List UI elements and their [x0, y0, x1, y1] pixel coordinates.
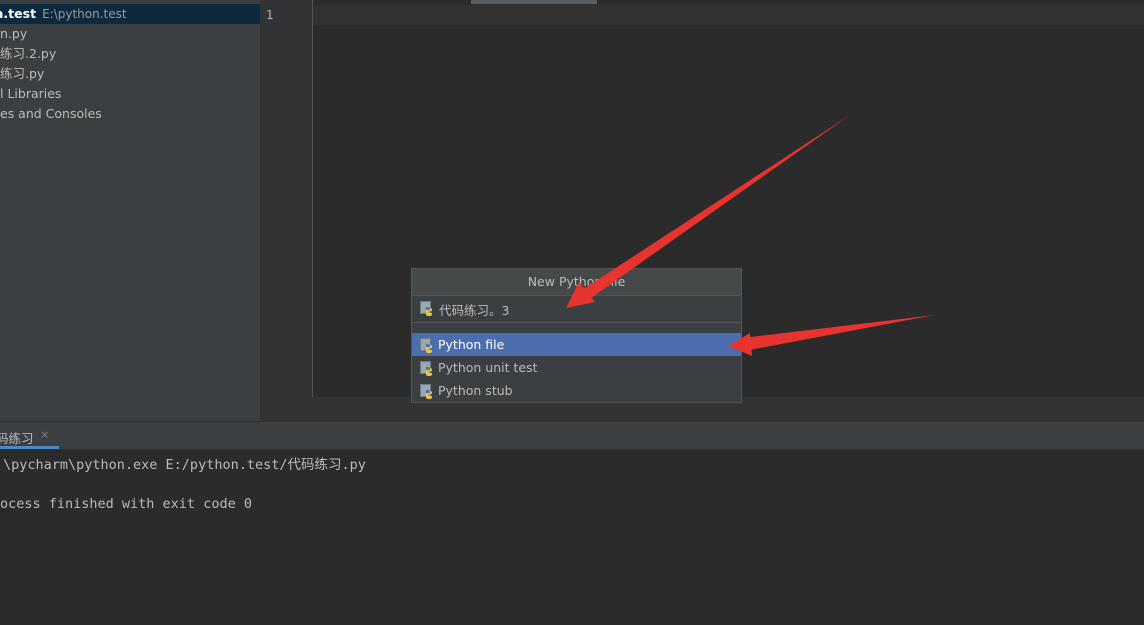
- file-name-input[interactable]: [412, 296, 741, 322]
- project-root-node[interactable]: a.test E:\python.test: [0, 4, 260, 24]
- close-icon[interactable]: ×: [40, 428, 49, 441]
- dialog-separator: [412, 322, 741, 323]
- run-tab[interactable]: 码练习 ×: [0, 422, 59, 449]
- tree-item-external-libraries[interactable]: l Libraries: [0, 84, 61, 104]
- python-file-icon: [420, 301, 434, 320]
- tree-item-file-3[interactable]: 练习.py: [0, 64, 44, 84]
- run-tab-label: 码练习: [0, 431, 34, 446]
- new-python-file-dialog: New Python file Python file Python un: [411, 268, 742, 403]
- kind-item-python-unit-test[interactable]: Python unit test: [412, 356, 741, 379]
- tree-item-file-2[interactable]: 练习.2.py: [0, 44, 56, 64]
- project-root-path: E:\python.test: [42, 7, 127, 21]
- python-file-icon: [420, 383, 434, 406]
- kind-item-label: Python unit test: [438, 360, 538, 375]
- current-line-highlight: [313, 5, 1144, 25]
- line-number: 1: [266, 8, 274, 22]
- editor-scrollbar-thumb[interactable]: [471, 0, 597, 4]
- kind-item-python-stub[interactable]: Python stub: [412, 379, 741, 402]
- kind-item-python-file[interactable]: Python file: [412, 333, 741, 356]
- kind-item-label: Python file: [438, 337, 505, 352]
- line-number-gutter: 1: [261, 0, 313, 397]
- kind-item-label: Python stub: [438, 383, 513, 398]
- tree-item-scratches-and-consoles[interactable]: es and Consoles: [0, 104, 102, 124]
- project-root-name: a.test: [0, 6, 37, 21]
- console-command-line: \pycharm\python.exe E:/python.test/代码练习.…: [3, 457, 366, 473]
- project-tree-panel: a.testE:\python.test n.py 练习.2.py 练习.py …: [0, 0, 261, 421]
- run-tab-bar: 码练习 ×: [0, 422, 1144, 450]
- run-tool-window: 码练习 × \pycharm\python.exe E:/python.test…: [0, 421, 1144, 625]
- tree-item-file-1[interactable]: n.py: [0, 24, 27, 44]
- console-exit-line: ocess finished with exit code 0: [0, 496, 252, 512]
- dialog-title: New Python file: [412, 269, 741, 296]
